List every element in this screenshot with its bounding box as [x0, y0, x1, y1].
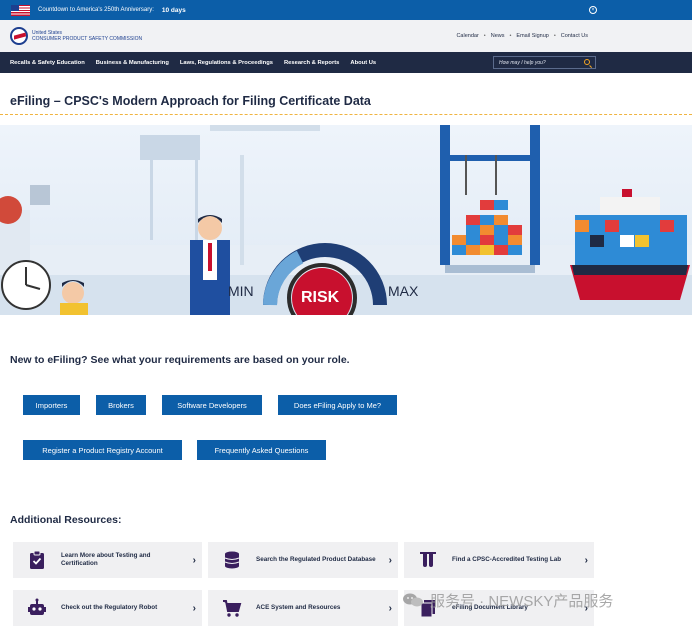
site-header: United States CONSUMER PRODUCT SAFETY CO…	[0, 20, 692, 52]
importers-button[interactable]: Importers	[23, 395, 80, 415]
close-icon[interactable]: ×	[589, 6, 597, 14]
watermark: 服务号 · NEWSKY产品服务	[402, 590, 613, 611]
resource-card-ace-system[interactable]: ACE System and Resources ›	[208, 590, 398, 626]
test-tubes-icon	[420, 552, 436, 567]
separator: •	[483, 33, 486, 39]
chevron-right-icon: ›	[192, 602, 196, 614]
faq-button[interactable]: Frequently Asked Questions	[197, 440, 326, 460]
watermark-text: 服务号 · NEWSKY产品服务	[430, 593, 614, 610]
utility-link-calendar[interactable]: Calendar	[456, 33, 478, 39]
register-product-registry-button[interactable]: Register a Product Registry Account	[23, 440, 182, 460]
utility-link-email-signup[interactable]: Email Signup	[516, 33, 548, 39]
resource-card-testing[interactable]: Learn More about Testing and Certificati…	[13, 542, 202, 578]
page-title: eFiling – CPSC's Modern Approach for Fil…	[10, 94, 371, 108]
role-heading: New to eFiling? See what your requiremen…	[10, 354, 350, 366]
chevron-right-icon: ›	[192, 554, 196, 566]
resources-heading: Additional Resources:	[10, 514, 122, 526]
nav-item-laws[interactable]: Laws, Regulations & Proceedings	[180, 60, 273, 66]
chevron-right-icon: ›	[388, 554, 392, 566]
nav-item-about[interactable]: About Us	[350, 60, 376, 66]
countdown-label: Countdown to America's 250th Anniversary…	[38, 7, 154, 13]
us-flag-icon	[11, 4, 30, 16]
clock-graphic	[1, 260, 51, 310]
clipboard-check-icon	[30, 550, 44, 569]
utility-link-contact-us[interactable]: Contact Us	[561, 33, 588, 39]
gauge-min-label: MIN	[228, 283, 254, 299]
anniversary-bar: Countdown to America's 250th Anniversary…	[0, 0, 692, 20]
search-input[interactable]: How may I help you?	[493, 56, 596, 69]
gauge-risk-label: RISK	[301, 289, 340, 306]
agency-name-line2: CONSUMER PRODUCT SAFETY COMMISSION	[32, 36, 143, 42]
agency-name[interactable]: United States CONSUMER PRODUCT SAFETY CO…	[32, 30, 142, 42]
software-developers-button[interactable]: Software Developers	[162, 395, 262, 415]
cargo-ship-graphic	[570, 189, 690, 300]
nav-item-research[interactable]: Research & Reports	[284, 60, 339, 66]
resource-card-regulatory-robot[interactable]: Check out the Regulatory Robot ›	[13, 590, 202, 626]
brokers-button[interactable]: Brokers	[96, 395, 146, 415]
separator: •	[553, 33, 556, 39]
countdown-days: 10 days	[161, 6, 186, 14]
resource-card-label: Check out the Regulatory Robot	[61, 604, 158, 611]
shopping-cart-icon	[223, 600, 242, 617]
search-icon[interactable]	[584, 59, 590, 65]
nav-item-business[interactable]: Business & Manufacturing	[96, 60, 169, 66]
wechat-icon	[403, 593, 423, 607]
resource-card-label: Learn More about Testing and Certificati…	[61, 552, 151, 567]
hero-illustration: MIN RISK MAX	[0, 125, 692, 315]
resource-card-label: ACE System and Resources	[256, 604, 341, 611]
gauge-max-label: MAX	[388, 283, 419, 299]
port-scene-illustration	[0, 125, 692, 315]
chevron-right-icon: ›	[584, 554, 588, 566]
utility-links: Calendar • News • Email Signup • Contact…	[456, 33, 588, 39]
main-nav: Recalls & Safety Education Business & Ma…	[0, 52, 692, 73]
title-divider	[0, 114, 692, 115]
resource-card-database[interactable]: Search the Regulated Product Database ›	[208, 542, 398, 578]
database-icon	[224, 551, 240, 569]
separator: •	[509, 33, 512, 39]
utility-link-news[interactable]: News	[491, 33, 505, 39]
search-placeholder: How may I help you?	[499, 60, 546, 66]
cpsc-logo-icon[interactable]	[10, 27, 28, 45]
nav-item-recalls[interactable]: Recalls & Safety Education	[10, 60, 85, 66]
resource-card-label: Search the Regulated Product Database	[256, 556, 376, 563]
resource-card-testing-lab[interactable]: Find a CPSC-Accredited Testing Lab ›	[404, 542, 594, 578]
robot-icon	[28, 598, 46, 615]
chevron-right-icon: ›	[388, 602, 392, 614]
does-efiling-apply-button[interactable]: Does eFiling Apply to Me?	[278, 395, 397, 415]
resource-card-label: Find a CPSC-Accredited Testing Lab	[452, 556, 562, 563]
